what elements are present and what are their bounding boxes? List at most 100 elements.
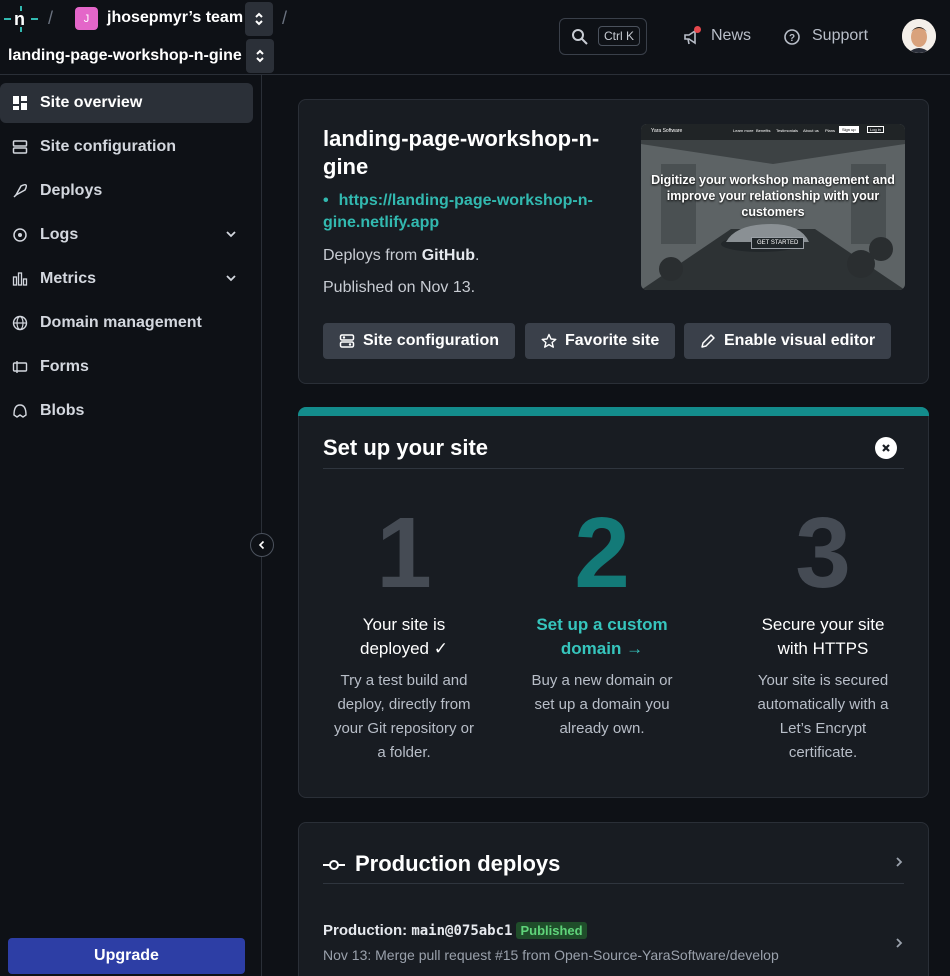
sidebar-item-forms[interactable]: Forms	[0, 347, 253, 387]
top-bar: n / J jhosepmyr’s team / landing-page-wo…	[0, 0, 950, 75]
support-link[interactable]: Support	[812, 27, 868, 45]
upgrade-button[interactable]: Upgrade	[8, 938, 245, 974]
sidebar-item-deploys[interactable]: Deploys	[0, 171, 253, 211]
chevron-up-down-icon	[256, 49, 264, 63]
preview-signup: Sign up	[839, 126, 859, 133]
sidebar-item-label: Site configuration	[40, 138, 176, 155]
chevron-down-icon	[226, 275, 236, 282]
sidebar-item-label: Metrics	[40, 270, 97, 287]
site-switcher-button[interactable]	[246, 39, 274, 73]
commit-ref: main@075abc1	[411, 923, 513, 939]
chevron-left-icon	[258, 540, 265, 550]
chevron-up-down-icon	[255, 12, 263, 26]
sidebar-item-label: Site overview	[40, 94, 143, 111]
preview-login: Log in	[867, 126, 884, 133]
search-shortcut: Ctrl K	[598, 26, 640, 46]
published-date: Published on Nov 13.	[323, 279, 476, 296]
site-url-link[interactable]: • https://landing-page-workshop-n-gine.ne…	[323, 190, 613, 234]
sidebar-item-label: Domain management	[40, 314, 202, 331]
netlify-logo-icon[interactable]: n	[4, 5, 38, 33]
globe-icon	[12, 315, 28, 331]
chevron-right-icon[interactable]	[894, 937, 904, 949]
sidebar-item-metrics[interactable]: Metrics	[0, 259, 253, 299]
production-deploys-title[interactable]: Production deploys	[355, 851, 560, 877]
search-button[interactable]: Ctrl K	[559, 18, 647, 55]
preview-hero-text: Digitize your workshop management and im…	[651, 173, 895, 219]
blob-icon	[12, 403, 28, 419]
deploy-source-provider: GitHub	[421, 247, 476, 264]
setup-title: Set up your site	[323, 435, 489, 460]
step-description: Buy a new domain or set up a domain you …	[531, 672, 673, 737]
preview-nav-link: Testimonials	[776, 128, 799, 133]
setup-step-3: 3 Secure your site with HTTPS Your site …	[733, 493, 913, 765]
sidebar-item-logs[interactable]: Logs	[0, 215, 253, 255]
site-title: landing-page-workshop-n-gine	[323, 126, 600, 179]
sidebar-item-label: Deploys	[40, 182, 103, 199]
user-photo-icon	[902, 19, 936, 53]
star-icon	[541, 333, 557, 348]
site-preview-thumbnail[interactable]: Yara Software Learn more Benefits Testim…	[641, 124, 905, 290]
setup-step-1: 1 Your site is deployed ✓ Try a test bui…	[314, 493, 494, 765]
production-label: Production:	[323, 922, 412, 939]
setup-custom-domain-link[interactable]: Set up a custom domain →	[512, 613, 692, 661]
user-avatar[interactable]	[902, 19, 936, 53]
chevron-right-icon[interactable]	[894, 856, 904, 868]
bar-chart-icon	[12, 271, 28, 287]
sidebar-item-label: Forms	[40, 358, 89, 375]
svg-text:n: n	[14, 9, 25, 29]
step-description: Try a test build and deploy, directly fr…	[333, 672, 475, 761]
help-circle-icon: ?	[784, 29, 800, 45]
news-link[interactable]: News	[711, 27, 751, 45]
deploy-source-prefix: Deploys from	[323, 247, 422, 264]
sliders-icon	[339, 334, 355, 348]
form-icon	[12, 359, 28, 375]
sidebar-item-site-overview[interactable]: Site overview	[0, 83, 253, 123]
sidebar-item-label: Logs	[40, 226, 79, 243]
pencil-icon	[701, 334, 715, 348]
enable-visual-editor-button[interactable]: Enable visual editor	[684, 323, 892, 359]
site-name[interactable]: landing-page-workshop-n-gine	[8, 47, 242, 65]
production-deploy-item[interactable]: Production: main@075abc1 Published	[323, 922, 587, 939]
step-number: 3	[795, 497, 851, 609]
grid-icon	[12, 95, 28, 111]
divider	[323, 883, 904, 884]
preview-nav-link: Learn more	[733, 128, 754, 133]
deploy-source-suffix: .	[475, 247, 480, 264]
preview-nav-link: Plans	[825, 128, 836, 133]
sliders-icon	[12, 139, 28, 155]
step-title: Secure your site with HTTPS	[761, 615, 885, 658]
setup-step-2: 2 Set up a custom domain → Buy a new dom…	[512, 493, 692, 741]
sidebar: Site overview Site configuration Deploys…	[0, 75, 262, 976]
collapse-sidebar-button[interactable]	[250, 533, 274, 557]
site-url-text: https://landing-page-workshop-n-gine.net…	[323, 192, 593, 231]
search-icon	[572, 29, 588, 45]
team-name[interactable]: jhosepmyr’s team	[107, 9, 243, 27]
site-configuration-button[interactable]: Site configuration	[323, 323, 515, 359]
sidebar-item-site-configuration[interactable]: Site configuration	[0, 127, 253, 167]
svg-text:?: ?	[789, 33, 795, 44]
sidebar-item-domain-management[interactable]: Domain management	[0, 303, 253, 343]
team-switcher-button[interactable]	[245, 2, 273, 36]
divider	[323, 468, 904, 469]
preview-navbar: Yara Software Learn more Benefits Testim…	[641, 124, 905, 140]
button-label: Enable visual editor	[724, 332, 876, 349]
deploy-source: Deploys from GitHub.	[323, 247, 479, 265]
step-title: Your site is deployed ✓	[360, 615, 448, 658]
preview-cta: GET STARTED	[751, 237, 805, 249]
breadcrumb-separator: /	[48, 8, 54, 28]
button-label: Site configuration	[363, 332, 499, 349]
bullet: •	[323, 192, 329, 209]
step-number: 1	[376, 497, 432, 609]
close-icon	[882, 444, 890, 452]
setup-site-card: Set up your site 1 Your site is deployed…	[298, 407, 929, 798]
production-deploys-card: Production deploys Production: main@075a…	[298, 822, 929, 976]
sidebar-item-blobs[interactable]: Blobs	[0, 391, 253, 431]
step-description: Your site is secured automatically with …	[757, 672, 889, 761]
step-number: 2	[574, 497, 630, 609]
favorite-site-button[interactable]: Favorite site	[525, 323, 676, 359]
chevron-down-icon	[226, 231, 236, 238]
rocket-icon	[12, 183, 28, 199]
dismiss-setup-button[interactable]	[875, 437, 897, 459]
setup-accent-bar	[298, 407, 929, 416]
preview-nav-link: Benefits	[756, 128, 771, 133]
